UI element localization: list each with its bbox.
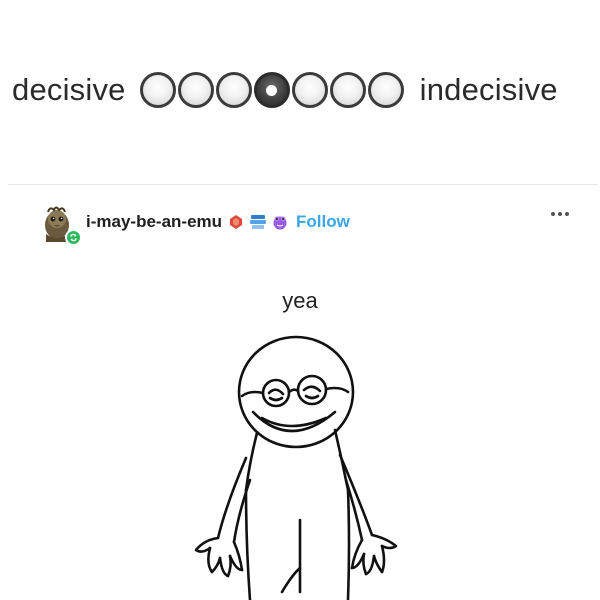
scale-left-label: decisive (12, 72, 126, 107)
stack-badge-icon[interactable] (248, 214, 268, 230)
post-username[interactable]: i-may-be-an-emu (86, 212, 222, 232)
decisive-scale: decisive indecisive (12, 68, 558, 112)
post-body-text: yea (282, 288, 318, 313)
avatar-container[interactable] (38, 202, 82, 246)
scale-option-5[interactable] (291, 72, 328, 108)
smiling-figure-icon (194, 335, 398, 600)
screenshot-page: decisive indecisive i-may-be-an-emu Foll… (0, 0, 600, 600)
reblog-icon (65, 229, 82, 246)
scale-option-4-selected[interactable] (253, 72, 290, 108)
divider (8, 184, 598, 185)
scale-option-1[interactable] (139, 72, 176, 108)
red-gem-badge-icon[interactable] (228, 214, 244, 230)
scale-option-6[interactable] (329, 72, 366, 108)
follow-button[interactable]: Follow (296, 212, 350, 232)
scale-option-3[interactable] (215, 72, 252, 108)
scale-option-7[interactable] (367, 72, 404, 108)
scale-options (139, 72, 404, 108)
more-options-icon[interactable] (547, 208, 573, 220)
post-drawing-image (150, 330, 450, 600)
purple-frog-badge-icon[interactable] (272, 214, 288, 230)
scale-right-label: indecisive (419, 72, 558, 107)
post-header: i-may-be-an-emu Follow (38, 200, 583, 246)
scale-option-2[interactable] (177, 72, 214, 108)
